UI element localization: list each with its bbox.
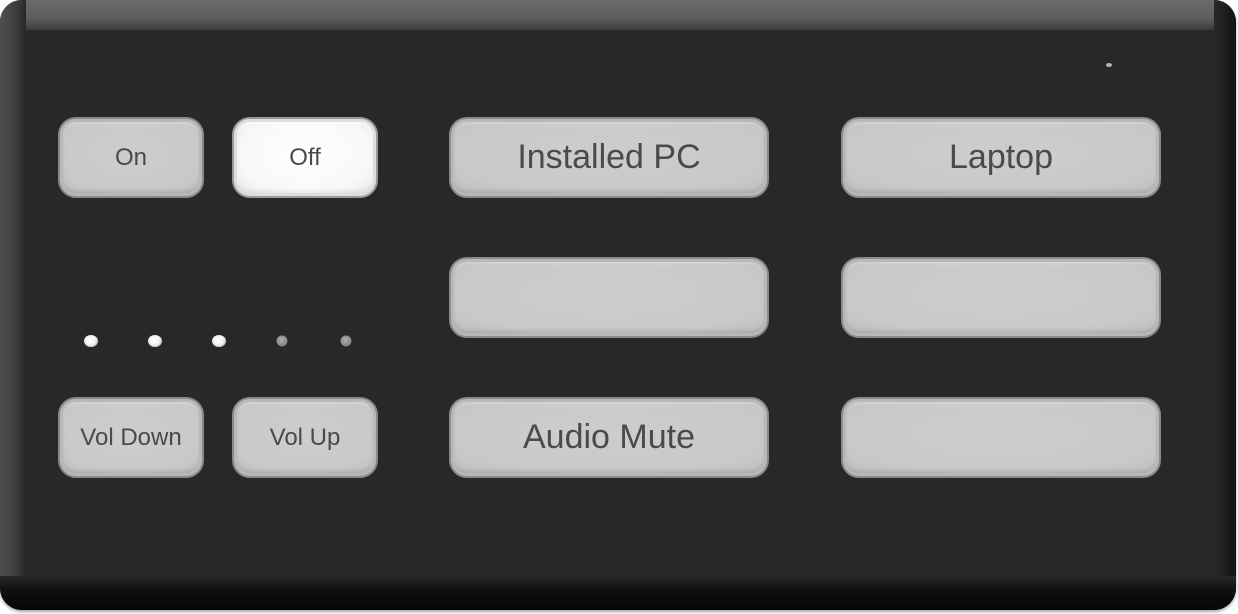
volume-level-dot (147, 335, 162, 347)
source-laptop-button[interactable]: Laptop (841, 117, 1161, 198)
panel-bevel-left (0, 0, 26, 610)
volume-down-button[interactable]: Vol Down (58, 397, 204, 478)
power-on-button[interactable]: On (58, 117, 204, 198)
volume-up-button[interactable]: Vol Up (232, 397, 378, 478)
volume-up-label: Vol Up (269, 423, 341, 451)
control-panel: On Off Vol Down Vol Up Installed PC Audi… (0, 0, 1236, 610)
source-label: Audio Mute (523, 418, 695, 456)
panel-bevel-bottom (0, 576, 1236, 610)
source-blank-button-2[interactable] (841, 257, 1161, 338)
source-label: Installed PC (517, 138, 701, 176)
source-label: Laptop (949, 138, 1053, 176)
volume-level-dot (340, 335, 352, 347)
panel-bevel-top (0, 0, 1236, 30)
power-on-label: On (114, 143, 147, 171)
volume-level-dot (211, 335, 226, 347)
power-off-label: Off (289, 143, 321, 171)
volume-level-dot (84, 335, 98, 347)
source-blank-button-3[interactable] (841, 397, 1161, 478)
source-blank-button-1[interactable] (449, 257, 769, 338)
source-installed-pc-button[interactable]: Installed PC (449, 117, 769, 198)
volume-level-dot (276, 335, 288, 347)
volume-down-label: Vol Down (80, 423, 182, 451)
audio-mute-button[interactable]: Audio Mute (449, 397, 769, 478)
status-indicator-light (1106, 63, 1112, 67)
panel-bevel-right (1214, 0, 1236, 610)
power-off-button[interactable]: Off (232, 117, 378, 198)
